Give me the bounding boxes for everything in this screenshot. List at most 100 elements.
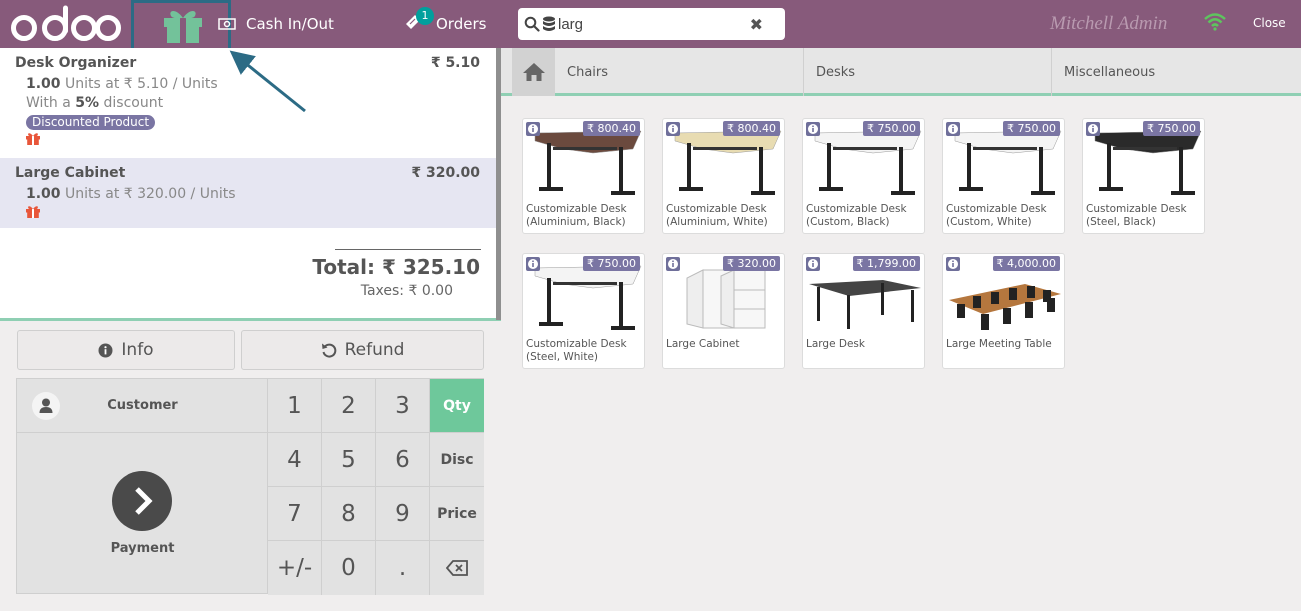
product-card-customizable-desk-aluminium-black[interactable]: ₹ 800.40 Customizable Desk (Aluminium, Bl… — [522, 118, 645, 234]
numpad-key-decimal[interactable]: . — [376, 541, 430, 595]
user-name: Mitchell Admin — [1050, 13, 1168, 34]
wifi-icon — [1204, 13, 1226, 31]
backspace-icon — [446, 560, 468, 576]
numpad-key-0[interactable]: 0 — [322, 541, 376, 595]
product-panel: Chairs Desks Miscellaneous ₹ 800.40 Custo… — [501, 48, 1301, 611]
gift-icon — [26, 206, 40, 218]
product-card-customizable-desk-steel-black[interactable]: ₹ 750.00 Customizable Desk (Steel, Black) — [1082, 118, 1205, 234]
product-price-tag: ₹ 750.00 — [863, 121, 920, 136]
numpad-key-9[interactable]: 9 — [376, 487, 430, 541]
orders-button[interactable]: 1 Orders — [404, 7, 487, 38]
order-line[interactable]: Large Cabinet ₹ 320.00 1.00 Units at ₹ 3… — [0, 158, 496, 228]
order-taxes: Taxes: ₹ 0.00 — [360, 283, 453, 299]
product-info-icon[interactable] — [1086, 122, 1100, 136]
category-desks[interactable]: Desks — [804, 48, 1052, 96]
discounted-product-tag: Discounted Product — [26, 115, 156, 130]
customer-button[interactable]: Customer — [17, 379, 268, 433]
product-name: Customizable Desk (Aluminium, Black) — [526, 203, 627, 228]
product-price-tag: ₹ 320.00 — [723, 256, 780, 271]
info-label: Info — [121, 340, 154, 360]
product-card-customizable-desk-custom-black[interactable]: ₹ 750.00 Customizable Desk (Custom, Black… — [802, 118, 925, 234]
product-price-tag: ₹ 800.40 — [583, 121, 640, 136]
order-line-name: Large Cabinet — [15, 165, 126, 181]
home-icon — [522, 63, 545, 81]
panel-separator — [0, 318, 501, 321]
product-info-icon[interactable] — [946, 122, 960, 136]
product-info-icon[interactable] — [526, 257, 540, 271]
numpad-key-7[interactable]: 7 — [268, 487, 322, 541]
product-card-customizable-desk-custom-white[interactable]: ₹ 750.00 Customizable Desk (Custom, White… — [942, 118, 1065, 234]
product-info-icon[interactable] — [526, 122, 540, 136]
product-price-tag: ₹ 750.00 — [1143, 121, 1200, 136]
chevron-right-icon — [112, 471, 172, 531]
orders-label: Orders — [436, 15, 487, 33]
numpad-key-5[interactable]: 5 — [322, 433, 376, 487]
order-panel: Desk Organizer ₹ 5.10 1.00 Units at ₹ 5.… — [0, 48, 501, 611]
cash-in-out-label: Cash In/Out — [246, 15, 334, 33]
product-info-icon[interactable] — [666, 257, 680, 271]
product-info-icon[interactable] — [806, 122, 820, 136]
clear-search-icon[interactable]: ✖ — [750, 15, 763, 34]
product-card-customizable-desk-steel-white[interactable]: ₹ 750.00 Customizable Desk (Steel, White) — [522, 253, 645, 369]
money-icon — [218, 18, 236, 30]
product-price-tag: ₹ 750.00 — [583, 256, 640, 271]
pointer-arrow — [229, 50, 306, 113]
category-chairs[interactable]: Chairs — [555, 48, 804, 96]
order-line-unit-info: 1.00 Units at ₹ 5.10 / Units — [26, 76, 218, 92]
product-info-icon[interactable] — [946, 257, 960, 271]
orders-count-badge: 1 — [416, 7, 434, 25]
product-price-tag: ₹ 800.40 — [723, 121, 780, 136]
order-line-price: ₹ 320.00 — [411, 165, 480, 181]
info-icon — [98, 343, 113, 357]
cash-in-out-button[interactable]: Cash In/Out — [218, 13, 334, 35]
product-name: Customizable Desk (Custom, White) — [946, 203, 1047, 228]
numpad-key-8[interactable]: 8 — [322, 487, 376, 541]
numpad-key-2[interactable]: 2 — [322, 379, 376, 433]
backspace-button[interactable] — [430, 541, 484, 595]
odoo-logo — [11, 5, 121, 41]
refund-button[interactable]: Refund — [241, 330, 484, 370]
product-card-large-meeting-table[interactable]: ₹ 4,000.00 Large Meeting Table — [942, 253, 1065, 369]
product-card-large-desk[interactable]: ₹ 1,799.00 Large Desk — [802, 253, 925, 369]
top-bar: Cash In/Out 1 Orders ✖ Mitchell Admin — [0, 0, 1301, 53]
product-price-tag: ₹ 1,799.00 — [852, 256, 920, 271]
product-name: Customizable Desk (Aluminium, White) — [666, 203, 768, 228]
product-card-customizable-desk-aluminium-white[interactable]: ₹ 800.40 Customizable Desk (Aluminium, Wh… — [662, 118, 785, 234]
order-line-unit-info: 1.00 Units at ₹ 320.00 / Units — [26, 186, 236, 202]
product-card-large-cabinet[interactable]: ₹ 320.00 Large Cabinet — [662, 253, 785, 369]
info-button[interactable]: Info — [17, 330, 235, 370]
category-miscellaneous[interactable]: Miscellaneous — [1052, 48, 1301, 96]
numpad-key-3[interactable]: 3 — [376, 379, 430, 433]
numpad-key-plus-minus[interactable]: +/- — [268, 541, 322, 595]
refund-label: Refund — [344, 340, 405, 360]
product-name: Large Cabinet — [666, 338, 740, 350]
database-icon — [543, 16, 555, 31]
order-total: Total: ₹ 325.10 — [312, 255, 480, 279]
undo-icon — [321, 343, 336, 358]
order-line-discount: With a 5% discount — [26, 95, 164, 111]
numpad-key-6[interactable]: 6 — [376, 433, 430, 487]
product-price-tag: ₹ 750.00 — [1003, 121, 1060, 136]
product-info-icon[interactable] — [666, 122, 680, 136]
product-name: Customizable Desk (Steel, Black) — [1086, 203, 1187, 228]
disc-mode-button[interactable]: Disc — [430, 433, 484, 487]
gift-icon — [26, 133, 40, 145]
qty-mode-button[interactable]: Qty — [430, 379, 484, 433]
numpad-key-4[interactable]: 4 — [268, 433, 322, 487]
product-name: Customizable Desk (Steel, White) — [526, 338, 627, 363]
product-info-icon[interactable] — [806, 257, 820, 271]
customer-label: Customer — [107, 398, 178, 413]
numpad-key-1[interactable]: 1 — [268, 379, 322, 433]
category-bar: Chairs Desks Miscellaneous — [501, 48, 1301, 96]
product-search-box[interactable]: ✖ — [518, 8, 785, 40]
close-button[interactable]: Close — [1253, 16, 1286, 30]
price-mode-button[interactable]: Price — [430, 487, 484, 541]
search-input[interactable] — [558, 15, 748, 33]
payment-button[interactable]: Payment — [17, 433, 268, 593]
product-name: Customizable Desk (Custom, Black) — [806, 203, 907, 228]
product-name: Large Meeting Table — [946, 338, 1052, 350]
home-category-button[interactable] — [512, 48, 555, 96]
summary-divider — [335, 249, 481, 250]
order-line-price: ₹ 5.10 — [430, 55, 480, 71]
product-name: Large Desk — [806, 338, 865, 350]
